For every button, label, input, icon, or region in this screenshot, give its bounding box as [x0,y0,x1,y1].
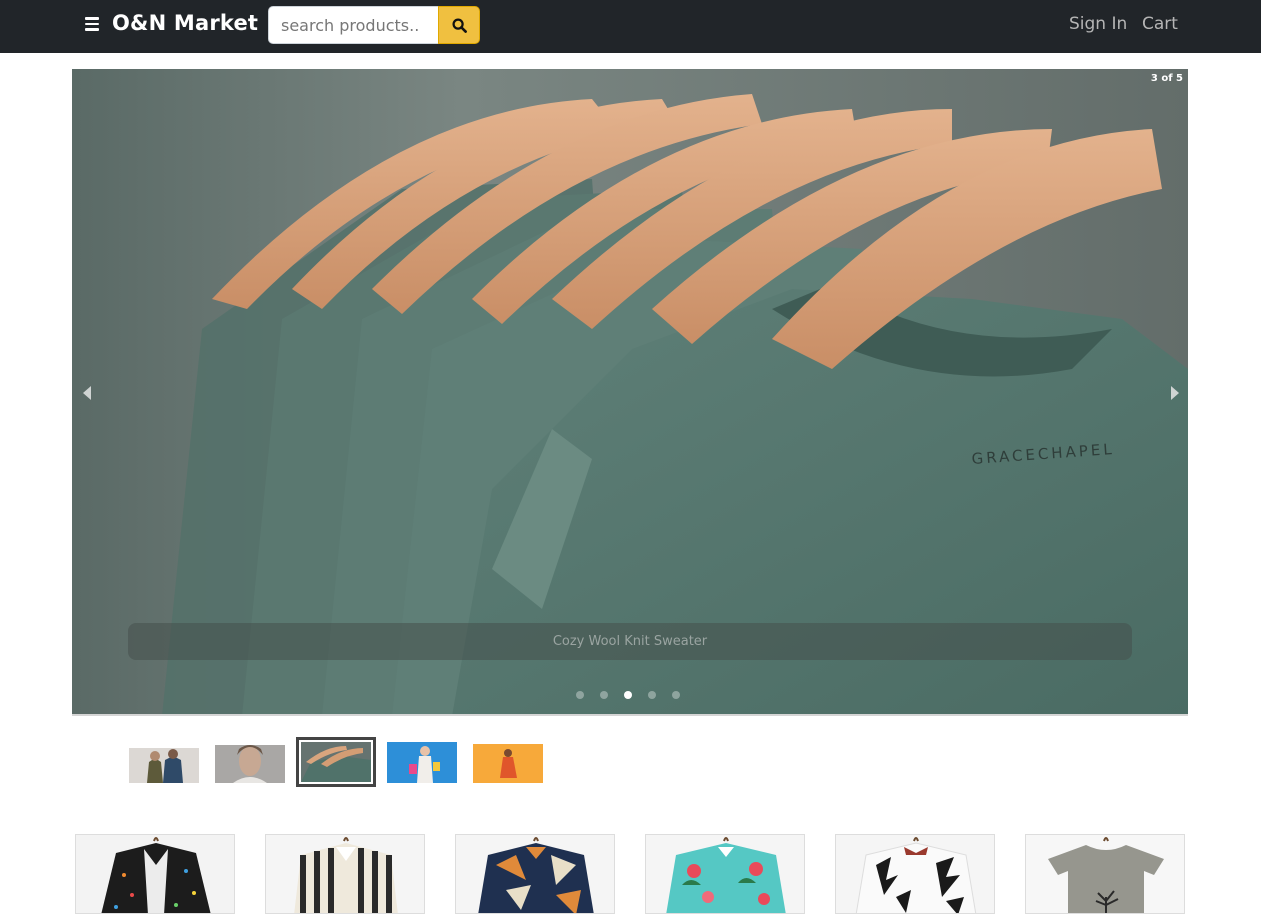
slide-caption: Cozy Wool Knit Sweater [128,623,1132,660]
cart-link[interactable]: Cart [1142,14,1178,34]
carousel-prev-button[interactable] [76,379,100,407]
chevron-right-icon [1171,386,1179,400]
thumbnail-image [129,748,199,783]
product-image [76,835,234,913]
brand-logo[interactable]: O&N Market [112,11,258,35]
carousel-photo: GRACECHAPEL [72,69,1188,716]
carousel-indicator-3[interactable] [624,691,632,699]
carousel-indicator-1[interactable] [576,691,584,699]
chevron-left-icon [83,386,91,400]
signin-link[interactable]: Sign In [1069,14,1127,34]
product-card-2[interactable] [265,834,425,914]
carousel-indicator-4[interactable] [648,691,656,699]
menu-icon[interactable] [85,17,99,31]
product-card-4[interactable] [645,834,805,914]
thumbnail-image [473,744,543,783]
product-card-5[interactable] [835,834,995,914]
product-image [836,835,994,913]
product-carousel: GRACECHAPEL 3 of 5 Cozy Wool Knit Sweate… [72,69,1188,716]
thumbnail-image [301,742,371,782]
product-image [266,835,424,913]
carousel-indicator-2[interactable] [600,691,608,699]
product-card-1[interactable] [75,834,235,914]
thumbnail-image [387,742,457,783]
thumbnail-4[interactable] [387,742,457,783]
product-card-3[interactable] [455,834,615,914]
carousel-indicator-5[interactable] [672,691,680,699]
thumbnail-image [215,745,285,783]
carousel-next-button[interactable] [1162,379,1186,407]
product-card-6[interactable] [1025,834,1185,914]
search-icon [452,18,467,33]
search-button[interactable] [438,6,480,44]
slide-counter: 3 of 5 [1150,73,1183,84]
carousel-divider [72,714,1188,716]
product-image [1026,835,1184,913]
thumbnail-1[interactable] [129,748,199,783]
thumbnail-3[interactable] [296,737,376,787]
search-input[interactable] [268,6,438,44]
thumbnail-5[interactable] [473,744,543,783]
product-image [646,835,804,913]
navbar: O&N Market Sign In Cart [0,0,1261,53]
product-image [456,835,614,913]
thumbnail-2[interactable] [215,745,285,783]
